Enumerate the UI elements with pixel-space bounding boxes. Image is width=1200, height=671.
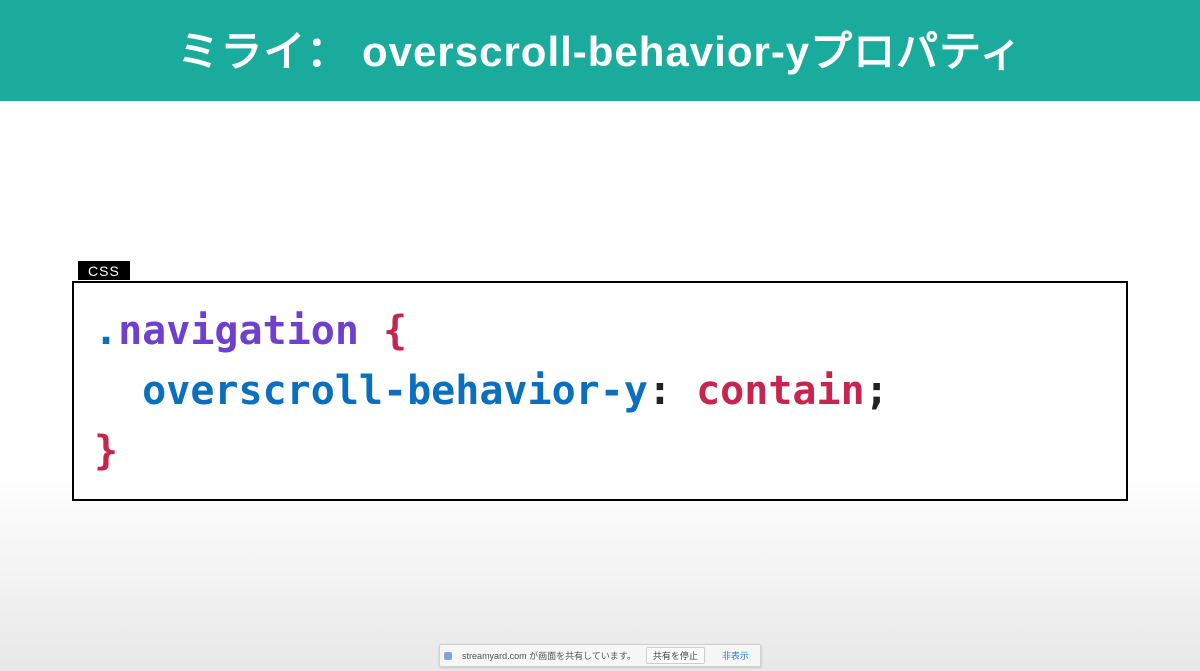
code-token-colon: : [648,368,672,414]
screen-share-bar: streamyard.com が画面を共有しています。 共有を停止 非表示 [439,644,761,667]
stop-sharing-button[interactable]: 共有を停止 [646,647,705,664]
hide-bar-button[interactable]: 非表示 [715,647,756,664]
code-token-property: overscroll-behavior-y [142,368,648,414]
code-block: CSS .navigation { overscroll-behavior-y:… [72,281,1128,501]
code-space [672,368,696,414]
code-token-brace-open: { [383,308,407,354]
code-token-semicolon: ; [865,368,889,414]
slide-content: CSS .navigation { overscroll-behavior-y:… [0,101,1200,501]
code-space [359,308,383,354]
code-token-brace-close: } [94,428,118,474]
code-indent [94,368,142,414]
share-message: streamyard.com が画面を共有しています。 [462,649,636,662]
code-token-dot: . [94,308,118,354]
site-favicon-icon [444,652,452,660]
slide-title: ミライ： overscroll-behavior-yプロパティ [0,0,1200,101]
code-token-value: contain [696,368,865,414]
code-token-selector: navigation [118,308,359,354]
code-language-label: CSS [78,261,130,280]
code-content: .navigation { overscroll-behavior-y: con… [72,281,1128,501]
